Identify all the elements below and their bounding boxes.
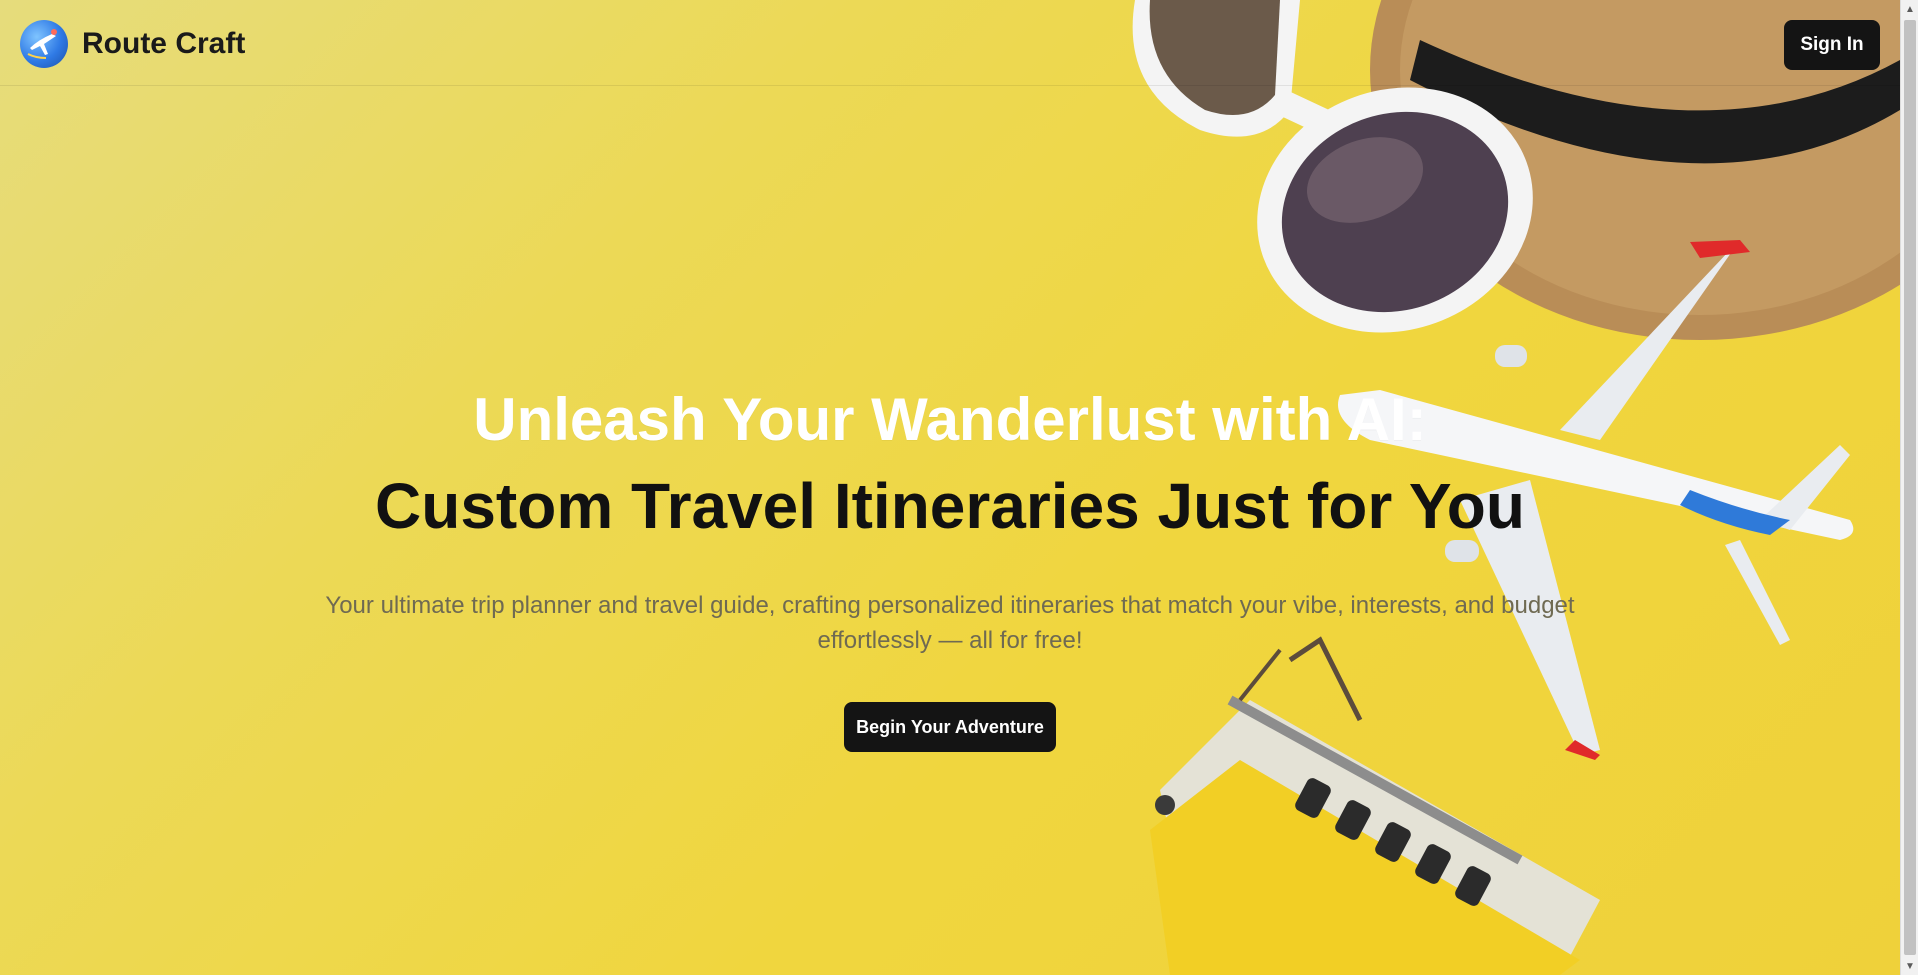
- brand-name: Route Craft: [82, 27, 246, 60]
- begin-adventure-button[interactable]: Begin Your Adventure: [844, 702, 1056, 752]
- hero-title-line1: Unleash Your Wanderlust with AI:: [473, 386, 1427, 453]
- page-viewport: Route Craft Sign In Unleash Your Wanderl…: [0, 0, 1900, 975]
- scrollbar-thumb[interactable]: [1904, 20, 1916, 955]
- sign-in-button[interactable]: Sign In: [1784, 20, 1880, 70]
- scroll-down-arrow-icon[interactable]: ▼: [1901, 957, 1918, 975]
- globe-plane-icon: [20, 20, 68, 68]
- page-scrollbar[interactable]: ▲ ▼: [1900, 0, 1918, 975]
- hero-title-line2: Custom Travel Itineraries Just for You: [375, 470, 1525, 542]
- hero-title: Unleash Your Wanderlust with AI: Custom …: [0, 380, 1900, 552]
- brand-link[interactable]: Route Craft: [20, 20, 245, 68]
- top-navbar: Route Craft Sign In: [0, 0, 1900, 86]
- scroll-up-arrow-icon[interactable]: ▲: [1901, 0, 1918, 18]
- hero-section: Unleash Your Wanderlust with AI: Custom …: [0, 380, 1900, 752]
- hero-subtitle: Your ultimate trip planner and travel gu…: [325, 592, 1575, 654]
